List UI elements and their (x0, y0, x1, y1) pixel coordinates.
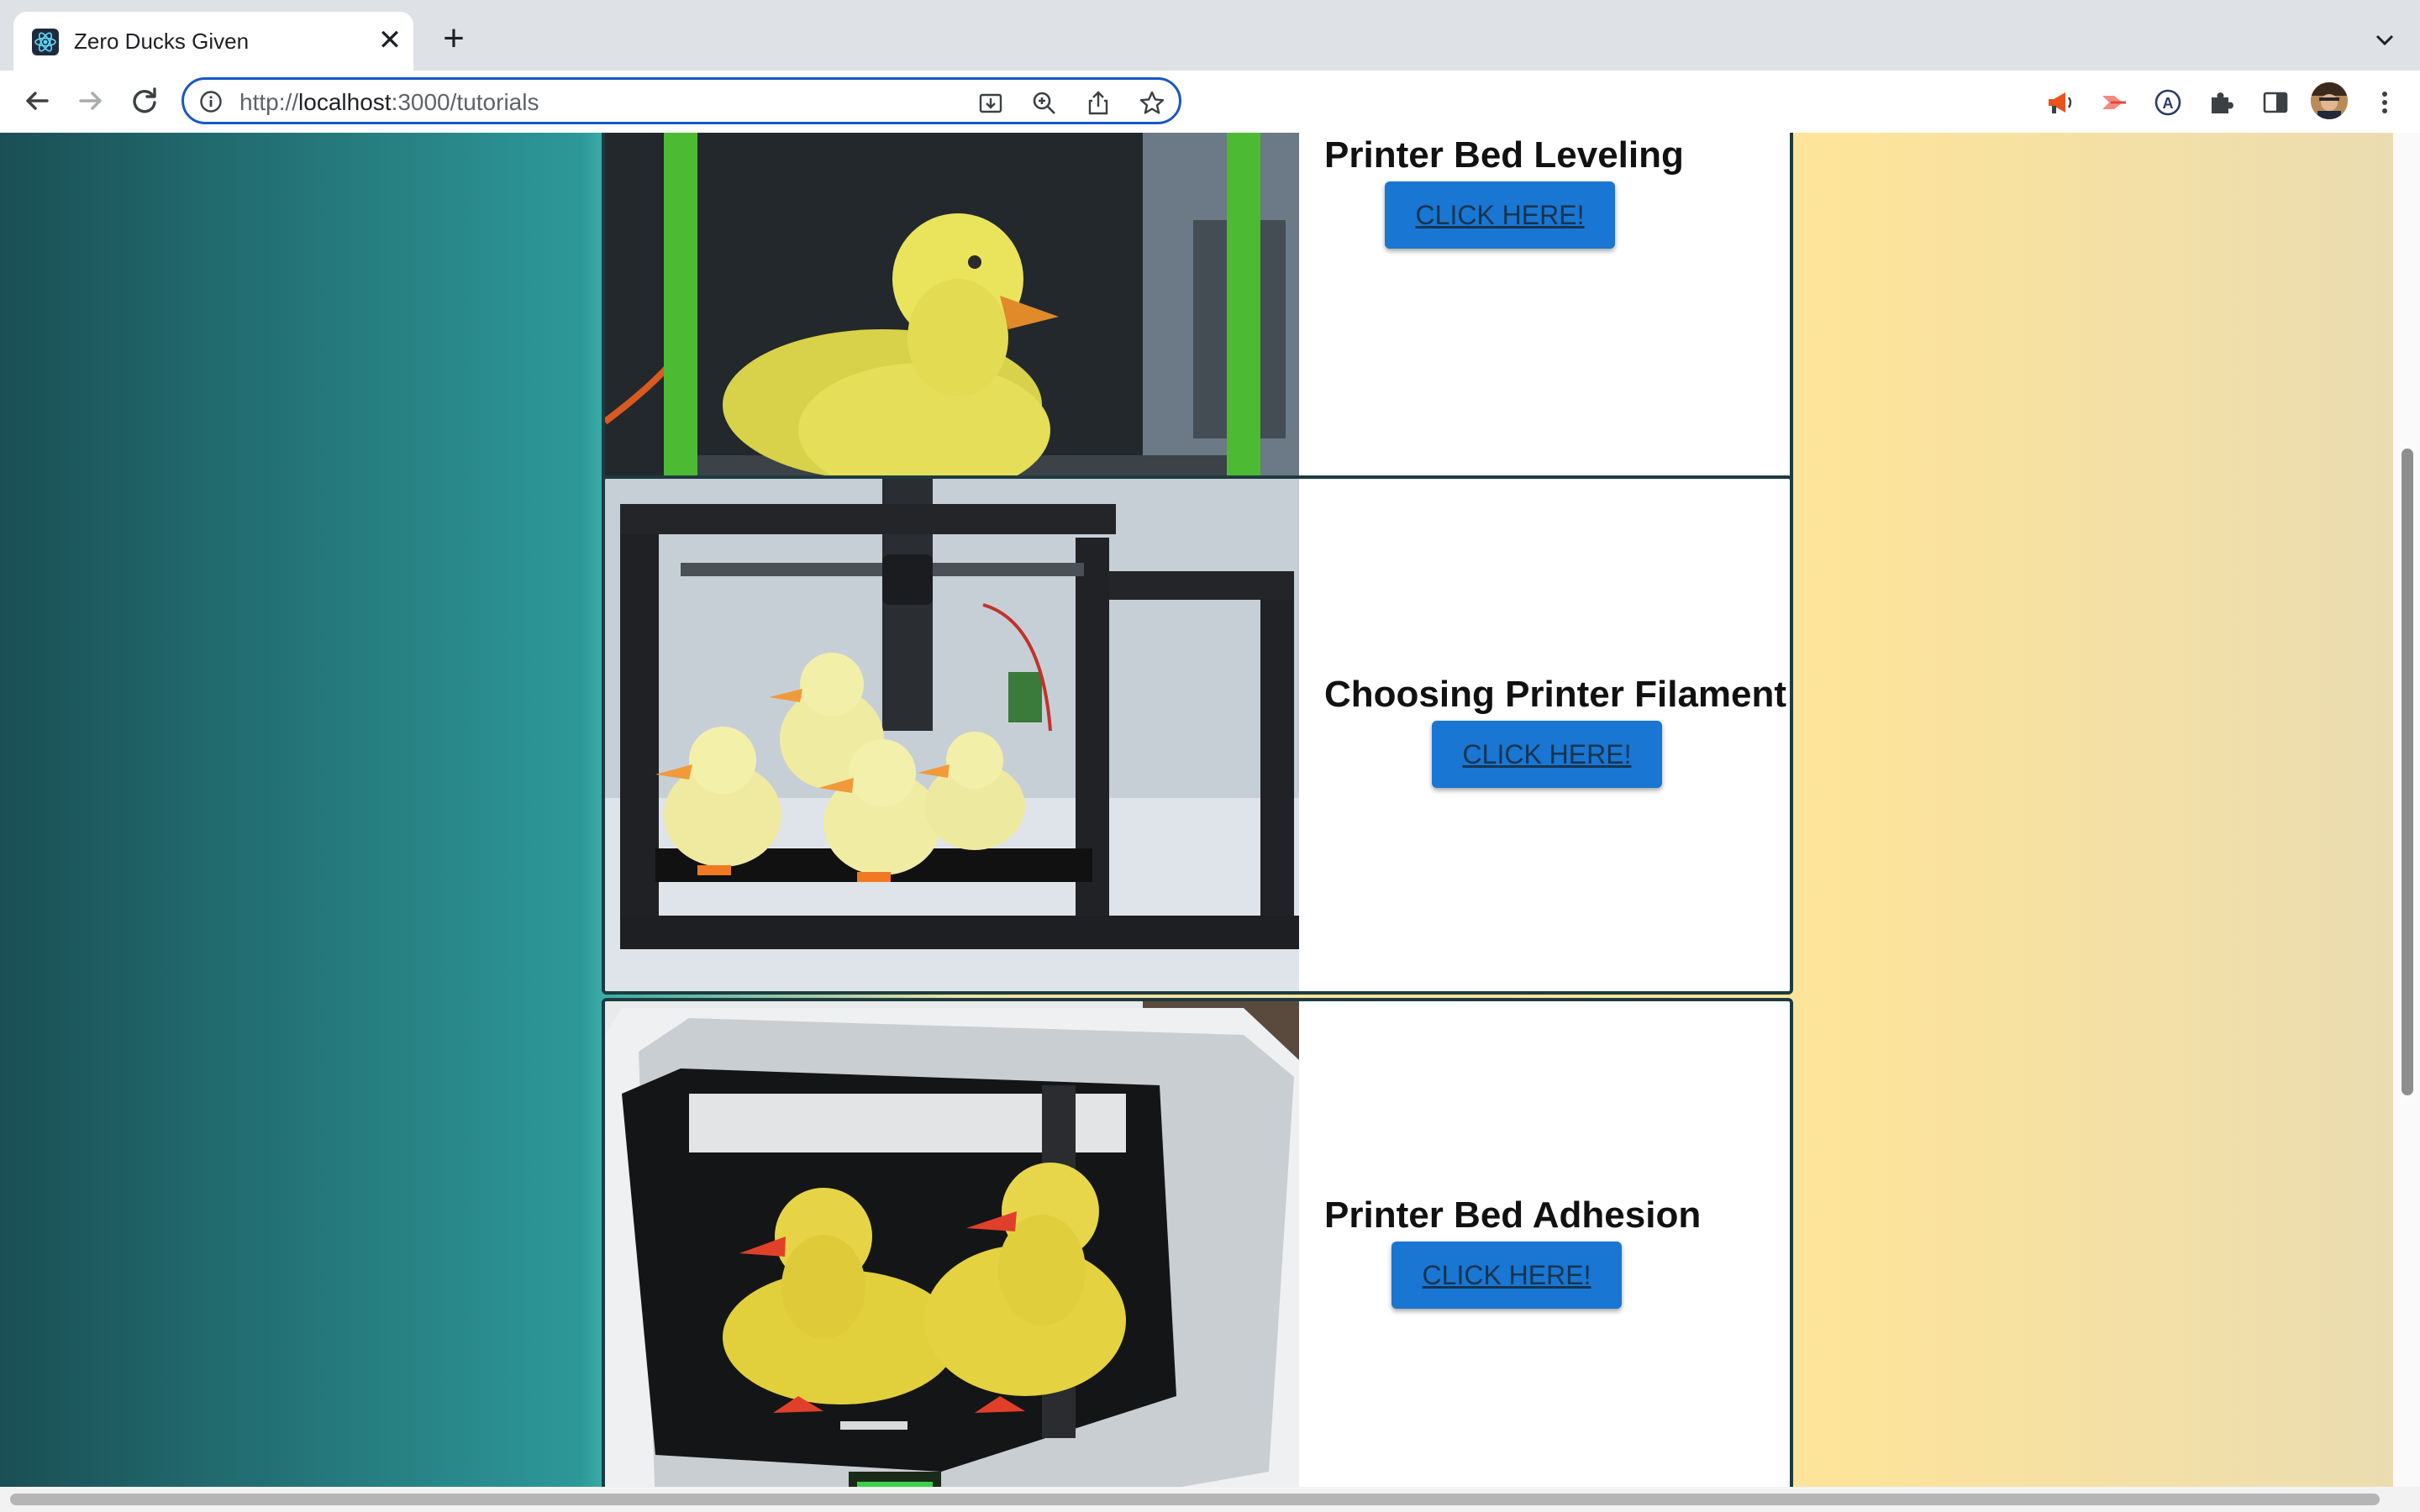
share-icon[interactable] (1083, 88, 1113, 118)
arrow-extension-icon[interactable] (2097, 86, 2131, 119)
puzzle-icon[interactable] (2205, 86, 2238, 119)
tab-strip: Zero Ducks Given ✕ + (0, 0, 2420, 71)
url-text: http://localhost:3000/tutorials (239, 89, 539, 116)
click-here-button[interactable]: CLICK HERE! (1385, 181, 1615, 249)
vertical-scrollbar[interactable] (2393, 133, 2420, 1494)
forward-arrow-icon[interactable] (72, 82, 109, 119)
url-host: localhost (298, 89, 392, 115)
star-icon[interactable] (1137, 88, 1167, 118)
tutorial-card: Choosing Printer Filament CLICK HERE! (602, 475, 1793, 995)
reload-icon[interactable] (126, 82, 163, 119)
react-atom-icon (32, 29, 59, 55)
tutorial-image (605, 1001, 1299, 1494)
tutorial-image (605, 479, 1299, 991)
side-panel-icon[interactable] (2259, 86, 2292, 119)
kebab-menu-icon[interactable] (2368, 86, 2402, 119)
url-path: :3000/tutorials (391, 89, 539, 115)
tutorial-card: Printer Bed Adhesion CLICK HERE! (602, 998, 1793, 1494)
info-icon[interactable] (199, 90, 223, 113)
zoom-icon[interactable] (1029, 88, 1060, 118)
click-here-button[interactable]: CLICK HERE! (1392, 1242, 1622, 1309)
plus-icon[interactable]: + (437, 20, 471, 57)
svg-text:A: A (2163, 95, 2174, 112)
avatar[interactable] (2311, 82, 2348, 119)
browser-tab[interactable]: Zero Ducks Given ✕ (13, 12, 413, 71)
tutorial-title: Choosing Printer Filament (1324, 674, 1787, 715)
megaphone-icon[interactable] (2044, 86, 2077, 119)
tutorial-title: Printer Bed Adhesion (1324, 1194, 1702, 1236)
tab-title: Zero Ducks Given (74, 29, 250, 54)
close-icon[interactable]: ✕ (375, 25, 405, 55)
install-app-icon[interactable] (976, 88, 1006, 118)
tutorial-title: Printer Bed Leveling (1324, 134, 1684, 176)
click-here-button[interactable]: CLICK HERE! (1432, 721, 1662, 788)
back-arrow-icon[interactable] (18, 82, 55, 119)
chevron-down-icon[interactable] (2370, 25, 2400, 55)
address-bar[interactable]: http://localhost:3000/tutorials (182, 77, 1181, 124)
horizontal-scrollbar[interactable] (0, 1487, 2420, 1512)
page-viewport: Printer Bed Leveling CLICK HERE! Choosin… (0, 133, 2420, 1494)
circled-a-icon[interactable]: A (2151, 86, 2185, 119)
vertical-scrollbar-thumb[interactable] (2402, 449, 2413, 1095)
url-scheme: http:// (239, 89, 299, 115)
horizontal-scrollbar-thumb[interactable] (10, 1494, 2380, 1505)
browser-toolbar: http://localhost:3000/tutorials A (0, 71, 2420, 134)
